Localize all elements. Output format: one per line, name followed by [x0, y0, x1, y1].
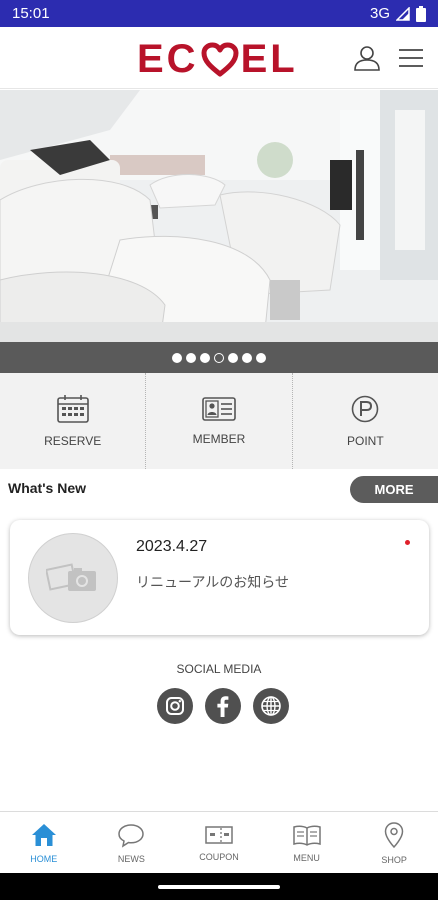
status-time: 15:01 [12, 5, 50, 22]
location-pin-icon [384, 821, 404, 848]
whats-new-title: What's New [8, 480, 87, 496]
news-card[interactable]: 2023.4.27 リニューアルのお知らせ [10, 520, 429, 635]
status-icons: 3G [370, 5, 426, 22]
slider-dot-active[interactable] [214, 352, 224, 363]
app-header: EC EL [0, 27, 438, 89]
social-links [157, 688, 289, 724]
system-navigation-bar [0, 873, 438, 900]
member-card-icon [202, 397, 236, 421]
point-label: POINT [346, 434, 384, 448]
nav-menu[interactable]: MENU [263, 812, 351, 873]
nav-shop[interactable]: SHOP [350, 812, 438, 873]
book-icon [292, 825, 321, 846]
facebook-icon [217, 696, 229, 717]
member-button[interactable]: MEMBER [146, 373, 293, 469]
news-thumbnail [28, 533, 118, 623]
more-button[interactable]: MORE [350, 476, 438, 503]
unread-indicator [405, 540, 410, 545]
network-type: 3G [369, 5, 390, 22]
website-button[interactable] [253, 688, 289, 724]
status-bar: 15:01 3G [0, 0, 438, 27]
news-title: リニューアルのお知らせ [136, 575, 290, 591]
reserve-button[interactable]: RESERVE [0, 373, 147, 469]
quick-menu: RESERVE MEMBER POINT [0, 373, 438, 469]
slider-dot[interactable] [186, 352, 196, 363]
hero-slider-image[interactable] [0, 90, 438, 342]
social-media-title: SOCIAL MEDIA [176, 662, 262, 676]
slider-dot[interactable] [200, 352, 210, 363]
instagram-button[interactable] [157, 688, 193, 724]
point-icon [352, 395, 379, 423]
nav-news[interactable]: NEWS [88, 812, 176, 873]
logo-text-left: EC [137, 37, 199, 81]
signal-icon [396, 6, 410, 21]
app-screen: 15:01 3G EC EL RESERVE MEMBER POINT What… [0, 0, 438, 900]
photo-placeholder-icon [46, 563, 96, 591]
logo-text-right: EL [240, 37, 298, 81]
slider-dot[interactable] [172, 352, 182, 363]
chat-bubble-icon [118, 823, 145, 848]
slider-pagination [0, 342, 438, 373]
nav-menu-label: MENU [293, 852, 320, 863]
point-button[interactable]: POINT [293, 373, 438, 469]
home-gesture-handle[interactable] [158, 885, 280, 889]
nav-home-label: HOME [30, 853, 58, 864]
nav-news-label: NEWS [117, 853, 145, 864]
slider-dot[interactable] [228, 352, 238, 363]
battery-icon [416, 5, 426, 22]
slider-dot[interactable] [256, 352, 266, 363]
slider-dot[interactable] [242, 352, 252, 363]
facebook-button[interactable] [205, 688, 241, 724]
salon-interior-image [0, 90, 438, 342]
user-icon[interactable] [352, 43, 382, 73]
news-date: 2023.4.27 [136, 538, 208, 555]
nav-shop-label: SHOP [381, 854, 407, 865]
home-icon [31, 823, 56, 846]
bottom-navigation: HOME NEWS COUPON MENU SHOP [0, 811, 438, 873]
instagram-icon [166, 697, 184, 715]
ticket-icon [205, 825, 233, 844]
reserve-label: RESERVE [44, 434, 102, 448]
member-label: MEMBER [192, 432, 246, 446]
calendar-icon [56, 395, 89, 423]
nav-coupon-label: COUPON [199, 851, 239, 862]
globe-icon [261, 696, 281, 716]
nav-home[interactable]: HOME [0, 812, 88, 873]
heart-icon [201, 42, 239, 76]
hamburger-menu-icon[interactable] [396, 43, 426, 73]
nav-coupon[interactable]: COUPON [175, 812, 263, 873]
ecoel-logo[interactable]: EC EL [137, 37, 298, 82]
